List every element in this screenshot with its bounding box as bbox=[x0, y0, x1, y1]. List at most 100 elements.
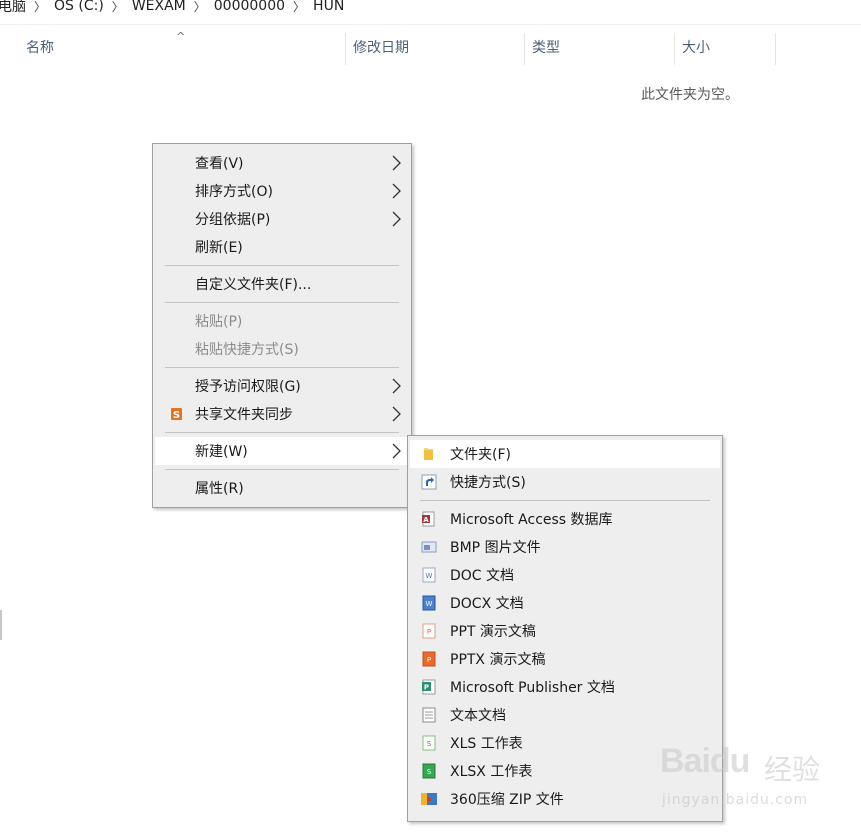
breadcrumb-divider bbox=[0, 24, 861, 25]
breadcrumb-wexam[interactable]: WEXAM bbox=[126, 0, 192, 14]
menu-item-new[interactable]: 新建(W) bbox=[155, 437, 409, 465]
menu-item-paste[interactable]: 粘贴(P) bbox=[155, 307, 409, 335]
menu-item-label: 360压缩 ZIP 文件 bbox=[450, 792, 564, 808]
chevron-right-icon bbox=[392, 211, 401, 227]
menu-separator bbox=[165, 367, 399, 368]
submenu-item-ppt[interactable]: P PPT 演示文稿 bbox=[410, 617, 720, 645]
menu-item-properties[interactable]: 属性(R) bbox=[155, 474, 409, 502]
breadcrumb-drive[interactable]: OS (C:) bbox=[48, 0, 110, 14]
column-type[interactable]: 类型 bbox=[532, 33, 560, 65]
column-divider[interactable] bbox=[345, 33, 346, 65]
menu-item-label: 快捷方式(S) bbox=[450, 475, 526, 491]
menu-item-label: 属性(R) bbox=[195, 481, 244, 497]
submenu-item-pptx[interactable]: P PPTX 演示文稿 bbox=[410, 645, 720, 673]
menu-separator bbox=[165, 302, 399, 303]
chevron-right-icon[interactable]: 〉 bbox=[110, 0, 126, 15]
excel-spreadsheet-icon: S bbox=[422, 735, 436, 751]
column-date-modified[interactable]: 修改日期 bbox=[353, 33, 409, 65]
submenu-item-folder[interactable]: 文件夹(F) bbox=[410, 440, 720, 468]
chevron-right-icon bbox=[392, 183, 401, 199]
chevron-right-icon[interactable]: 〉 bbox=[32, 0, 48, 15]
menu-item-label: 自定义文件夹(F)... bbox=[195, 277, 312, 293]
submenu-item-bmp[interactable]: BMP 图片文件 bbox=[410, 533, 720, 561]
access-database-icon: A bbox=[422, 511, 435, 527]
menu-item-label: 分组依据(P) bbox=[195, 212, 271, 228]
publisher-icon: P bbox=[422, 679, 436, 695]
chevron-right-icon[interactable]: 〉 bbox=[192, 0, 208, 15]
menu-item-label: 授予访问权限(G) bbox=[195, 379, 301, 395]
text-document-icon bbox=[422, 707, 436, 723]
breadcrumb-this-pc[interactable]: 此电脑 bbox=[0, 0, 32, 16]
menu-item-refresh[interactable]: 刷新(E) bbox=[155, 233, 409, 261]
menu-separator bbox=[165, 265, 399, 266]
word-document-icon: W bbox=[422, 567, 436, 583]
menu-item-label: XLS 工作表 bbox=[450, 736, 523, 752]
menu-item-customize-folder[interactable]: 自定义文件夹(F)... bbox=[155, 270, 409, 298]
submenu-item-docx[interactable]: W DOCX 文档 bbox=[410, 589, 720, 617]
menu-item-label: DOCX 文档 bbox=[450, 596, 524, 612]
menu-item-label: BMP 图片文件 bbox=[450, 540, 541, 556]
submenu-item-text-document[interactable]: 文本文档 bbox=[410, 701, 720, 729]
menu-item-group-by[interactable]: 分组依据(P) bbox=[155, 205, 409, 233]
watermark-cn: 经验 bbox=[764, 753, 821, 786]
svg-text:A: A bbox=[423, 516, 429, 524]
menu-item-label: XLSX 工作表 bbox=[450, 764, 533, 780]
pane-splitter[interactable] bbox=[0, 610, 2, 640]
column-size[interactable]: 大小 bbox=[682, 33, 710, 65]
watermark-brand: Baidu bbox=[660, 742, 750, 780]
zip-archive-icon bbox=[421, 793, 437, 805]
menu-item-label: 共享文件夹同步 bbox=[195, 407, 293, 423]
svg-text:S: S bbox=[427, 768, 432, 776]
menu-item-label: 文件夹(F) bbox=[450, 447, 511, 463]
menu-item-label: PPT 演示文稿 bbox=[450, 624, 536, 640]
menu-separator bbox=[420, 500, 710, 501]
word-document-icon: W bbox=[422, 595, 436, 611]
chevron-right-icon bbox=[392, 406, 401, 422]
svg-text:W: W bbox=[426, 572, 433, 580]
excel-spreadsheet-icon: S bbox=[422, 763, 436, 779]
menu-item-label: Microsoft Access 数据库 bbox=[450, 512, 613, 528]
menu-item-shared-folder-sync[interactable]: S 共享文件夹同步 bbox=[155, 400, 409, 428]
sort-ascending-icon: ^ bbox=[176, 30, 186, 43]
menu-item-label: 粘贴(P) bbox=[195, 314, 243, 330]
menu-item-label: 排序方式(O) bbox=[195, 184, 273, 200]
menu-item-view[interactable]: 查看(V) bbox=[155, 149, 409, 177]
svg-text:W: W bbox=[426, 600, 433, 608]
chevron-right-icon bbox=[392, 155, 401, 171]
menu-item-give-access[interactable]: 授予访问权限(G) bbox=[155, 372, 409, 400]
svg-text:S: S bbox=[173, 410, 180, 421]
menu-item-paste-shortcut[interactable]: 粘贴快捷方式(S) bbox=[155, 335, 409, 363]
menu-item-label: PPTX 演示文稿 bbox=[450, 652, 546, 668]
breadcrumb-hun[interactable]: HUN bbox=[307, 0, 350, 14]
powerpoint-icon: P bbox=[422, 623, 436, 639]
menu-item-label: 粘贴快捷方式(S) bbox=[195, 342, 299, 358]
chevron-right-icon[interactable]: 〉 bbox=[291, 0, 307, 15]
menu-item-sort[interactable]: 排序方式(O) bbox=[155, 177, 409, 205]
submenu-item-doc[interactable]: W DOC 文档 bbox=[410, 561, 720, 589]
menu-separator bbox=[165, 432, 399, 433]
submenu-item-access-database[interactable]: A Microsoft Access 数据库 bbox=[410, 505, 720, 533]
svg-text:P: P bbox=[427, 628, 431, 636]
menu-item-label: DOC 文档 bbox=[450, 568, 515, 584]
menu-item-label: 新建(W) bbox=[195, 444, 248, 460]
chevron-right-icon bbox=[392, 378, 401, 394]
menu-item-label: 文本文档 bbox=[450, 708, 506, 724]
column-name[interactable]: 名称 bbox=[26, 33, 54, 65]
svg-text:P: P bbox=[427, 656, 431, 664]
breadcrumb: 此电脑 〉 OS (C:) 〉 WEXAM 〉 00000000 〉 HUN bbox=[0, 0, 861, 18]
column-divider[interactable] bbox=[524, 33, 525, 65]
breadcrumb-00000000[interactable]: 00000000 bbox=[208, 0, 291, 14]
chevron-right-icon bbox=[392, 443, 401, 459]
bitmap-image-icon bbox=[421, 541, 437, 553]
baidu-jingyan-watermark: Baidu 经验 jingyan.baidu.com bbox=[660, 740, 850, 830]
svg-text:S: S bbox=[427, 740, 432, 748]
empty-folder-message: 此文件夹为空。 bbox=[641, 87, 739, 103]
shortcut-icon bbox=[421, 474, 437, 490]
column-headers: ^ 名称 修改日期 类型 大小 bbox=[0, 30, 861, 65]
context-menu: 查看(V) 排序方式(O) 分组依据(P) 刷新(E) 自定义文件夹(F)...… bbox=[152, 143, 412, 508]
column-divider[interactable] bbox=[674, 33, 675, 65]
submenu-item-publisher[interactable]: P Microsoft Publisher 文档 bbox=[410, 673, 720, 701]
menu-item-label: 刷新(E) bbox=[195, 240, 243, 256]
submenu-item-shortcut[interactable]: 快捷方式(S) bbox=[410, 468, 720, 496]
column-divider[interactable] bbox=[775, 33, 776, 65]
